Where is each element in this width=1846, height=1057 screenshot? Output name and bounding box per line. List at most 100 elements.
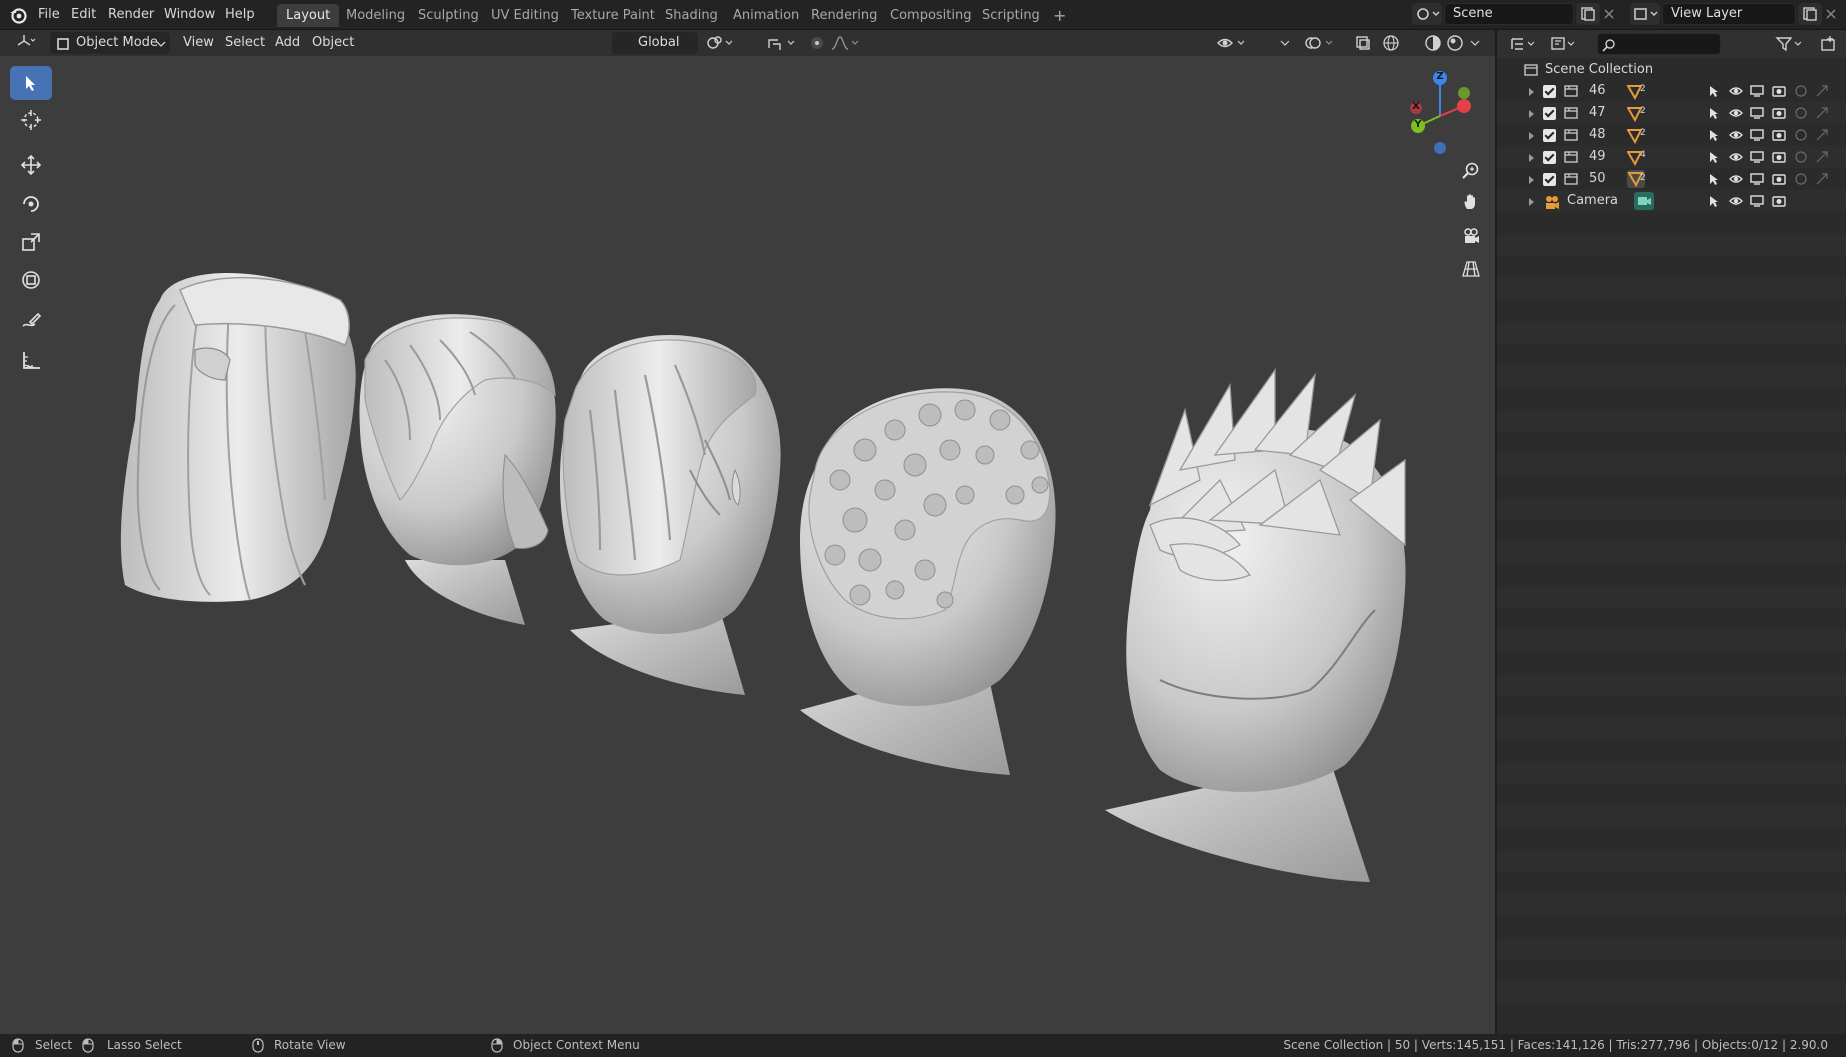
measure-tool[interactable] — [10, 343, 52, 377]
tab-rendering[interactable]: Rendering — [802, 4, 886, 27]
select-arrow-icon[interactable] — [1707, 194, 1721, 208]
holdout-icon[interactable] — [1794, 172, 1808, 186]
perspective-toggle-icon[interactable] — [1456, 254, 1486, 284]
menu-help[interactable]: Help — [219, 5, 261, 25]
tab-shading[interactable]: Shading — [656, 4, 727, 27]
eye-icon[interactable] — [1729, 128, 1743, 142]
expand-arrow-icon[interactable] — [1529, 176, 1534, 184]
select-box-tool[interactable] — [10, 66, 52, 100]
select-arrow-icon[interactable] — [1707, 150, 1721, 164]
tab-modeling[interactable]: Modeling — [337, 4, 414, 27]
material-preview-icon[interactable] — [1424, 34, 1442, 52]
scale-tool[interactable] — [10, 225, 52, 259]
holdout-icon[interactable] — [1794, 128, 1808, 142]
holdout-icon[interactable] — [1794, 150, 1808, 164]
exclude-checkbox[interactable] — [1543, 173, 1556, 186]
list-item[interactable]: 49 4 — [1497, 146, 1846, 168]
proportional-editing-icon[interactable] — [808, 34, 826, 52]
mesh-icon[interactable] — [1627, 106, 1643, 122]
delete-view-layer-icon[interactable] — [1824, 7, 1838, 21]
view-menu[interactable]: View — [176, 32, 221, 54]
pan-hand-icon[interactable] — [1456, 187, 1486, 217]
menu-file[interactable]: File — [32, 5, 66, 25]
shading-options-icon[interactable] — [1468, 34, 1486, 52]
annotate-tool[interactable] — [10, 304, 52, 338]
holdout-icon[interactable] — [1794, 84, 1808, 98]
mesh-icon[interactable] — [1627, 128, 1643, 144]
new-scene-icon[interactable] — [1576, 3, 1600, 25]
xray-toggle-icon[interactable] — [1354, 34, 1372, 52]
eye-icon[interactable] — [1729, 150, 1743, 164]
object-menu[interactable]: Object — [305, 32, 361, 54]
scene-name-field[interactable]: Scene — [1444, 3, 1574, 25]
tab-uv-editing[interactable]: UV Editing — [482, 4, 568, 27]
camera-view-icon[interactable] — [1456, 221, 1486, 251]
overlays-icon[interactable] — [1304, 34, 1333, 52]
select-arrow-icon[interactable] — [1707, 128, 1721, 142]
new-collection-icon[interactable] — [1819, 35, 1837, 53]
eye-icon[interactable] — [1729, 172, 1743, 186]
indirect-only-icon[interactable] — [1815, 128, 1829, 142]
monitor-icon[interactable] — [1750, 106, 1764, 120]
camera-data-icon[interactable] — [1634, 192, 1654, 210]
exclude-checkbox[interactable] — [1543, 85, 1556, 98]
expand-arrow-icon[interactable] — [1529, 88, 1534, 96]
monitor-icon[interactable] — [1750, 150, 1764, 164]
expand-arrow-icon[interactable] — [1529, 132, 1534, 140]
tab-sculpting[interactable]: Sculpting — [409, 4, 488, 27]
menu-edit[interactable]: Edit — [65, 5, 102, 25]
eye-icon[interactable] — [1729, 194, 1743, 208]
menu-render[interactable]: Render — [102, 5, 160, 25]
eye-icon[interactable] — [1729, 106, 1743, 120]
render-camera-icon[interactable] — [1772, 150, 1786, 164]
scene-collection-row[interactable]: Scene Collection — [1497, 59, 1846, 81]
list-item[interactable]: 46 2 — [1497, 80, 1846, 102]
transform-orientation-dropdown[interactable]: Global — [612, 32, 698, 54]
tab-scripting[interactable]: Scripting — [973, 4, 1049, 27]
select-arrow-icon[interactable] — [1707, 84, 1721, 98]
list-item[interactable]: 47 2 — [1497, 102, 1846, 124]
eye-icon[interactable] — [1729, 84, 1743, 98]
expand-arrow-icon[interactable] — [1529, 198, 1534, 206]
falloff-curve-icon[interactable] — [830, 34, 859, 52]
render-camera-icon[interactable] — [1772, 172, 1786, 186]
rendered-shading-icon[interactable] — [1446, 34, 1464, 52]
list-item[interactable]: 48 2 — [1497, 124, 1846, 146]
gizmo-options-icon[interactable] — [1278, 34, 1296, 52]
tab-animation[interactable]: Animation — [724, 4, 808, 27]
select-arrow-icon[interactable] — [1707, 172, 1721, 186]
add-workspace-button[interactable]: + — [1044, 4, 1075, 27]
exclude-checkbox[interactable] — [1543, 129, 1556, 142]
indirect-only-icon[interactable] — [1815, 172, 1829, 186]
expand-arrow-icon[interactable] — [1529, 110, 1534, 118]
tab-layout[interactable]: Layout — [277, 4, 340, 27]
render-camera-icon[interactable] — [1772, 106, 1786, 120]
monitor-icon[interactable] — [1750, 128, 1764, 142]
cursor-tool[interactable] — [10, 103, 52, 137]
select-menu[interactable]: Select — [218, 32, 272, 54]
list-item[interactable]: 50 2 — [1497, 168, 1846, 190]
camera-row[interactable]: Camera — [1497, 190, 1846, 212]
blender-logo-icon[interactable] — [8, 5, 28, 25]
add-menu[interactable]: Add — [268, 32, 307, 54]
select-arrow-icon[interactable] — [1707, 106, 1721, 120]
new-view-layer-icon[interactable] — [1798, 3, 1822, 25]
exclude-checkbox[interactable] — [1543, 107, 1556, 120]
3d-viewport[interactable]: Z Y X — [0, 56, 1495, 1034]
mesh-icon[interactable] — [1627, 84, 1643, 100]
monitor-icon[interactable] — [1750, 194, 1764, 208]
render-camera-icon[interactable] — [1772, 84, 1786, 98]
render-camera-icon[interactable] — [1772, 128, 1786, 142]
expand-arrow-icon[interactable] — [1529, 154, 1534, 162]
monitor-icon[interactable] — [1750, 84, 1764, 98]
tab-texture-paint[interactable]: Texture Paint — [562, 4, 664, 27]
holdout-icon[interactable] — [1794, 106, 1808, 120]
display-mode-icon[interactable] — [1549, 35, 1575, 53]
scene-browse-button[interactable] — [1412, 3, 1442, 25]
mesh-icon[interactable] — [1627, 150, 1643, 166]
outliner-editor-type-icon[interactable] — [1509, 35, 1535, 53]
view-layer-browse-button[interactable] — [1630, 3, 1660, 25]
view-layer-name-field[interactable]: View Layer — [1662, 3, 1796, 25]
move-tool[interactable] — [10, 148, 52, 182]
filter-icon[interactable] — [1775, 35, 1802, 53]
